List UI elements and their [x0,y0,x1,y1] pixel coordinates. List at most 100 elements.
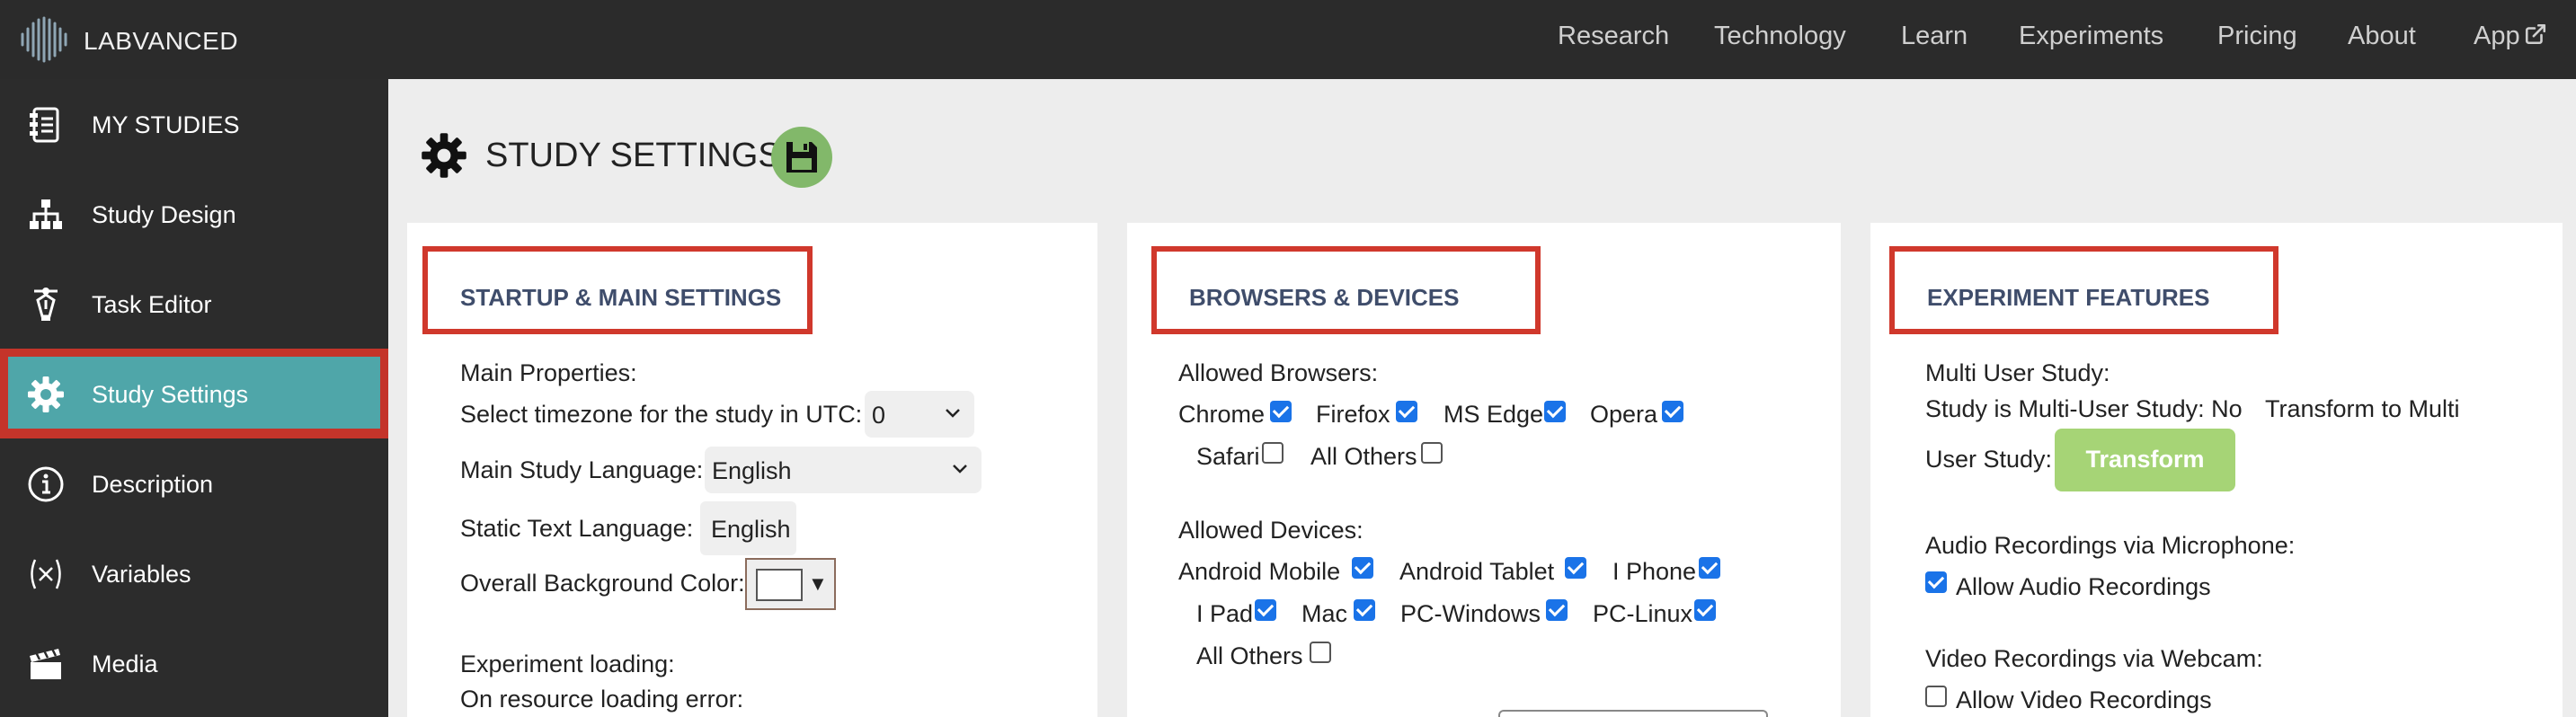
transform-label-line1: Transform to Multi [2265,395,2460,422]
video-recordings-option: Allow Video Recordings [1956,686,2212,713]
dropdown-arrow-icon: ▼ [808,572,828,595]
settings-gear-icon [422,133,466,178]
save-button[interactable] [771,127,832,188]
external-link-icon [2525,23,2545,45]
background-color-picker[interactable]: ▼ [745,558,836,610]
device-others-label: All Others [1196,642,1303,669]
multi-user-status: Study is Multi-User Study: No [1925,395,2243,422]
nav-research[interactable]: Research [1558,22,1669,51]
brand-name[interactable]: LABVANCED [84,27,238,56]
page-title: STUDY SETTINGS [485,137,781,174]
pen-nib-icon [34,288,58,321]
device-pc-linux-label: PC-Linux [1593,600,1693,627]
sidebar-item-my-studies[interactable]: MY STUDIES [0,79,388,169]
device-iphone-label: I Phone [1612,558,1697,585]
language-value: English [712,457,792,484]
browser-chrome-label: Chrome [1178,401,1266,428]
allowed-devices-label: Allowed Devices: [1178,517,1364,544]
sidebar-item-study-settings[interactable]: Study Settings [0,349,388,438]
hierarchy-icon [30,199,62,229]
labvanced-logo-icon[interactable] [18,16,70,63]
language-select[interactable]: English [705,447,982,493]
browser-msedge-label: MS Edge [1443,401,1544,428]
variable-x-icon [31,559,61,589]
active-item-highlight: Study Settings [8,357,380,429]
background-color-label: Overall Background Color: [460,570,745,597]
nav-learn[interactable]: Learn [1901,22,1968,51]
main-properties-label: Main Properties: [460,359,637,386]
audio-recordings-checkbox[interactable] [1925,571,1947,593]
browser-firefox-checkbox[interactable] [1396,401,1417,422]
sidebar-item-label: Description [92,471,214,498]
sidebar-item-study-design[interactable]: Study Design [0,169,388,259]
timezone-label: Select timezone for the study in UTC: [460,401,863,428]
device-mac-label: Mac [1301,600,1348,627]
color-swatch [756,569,803,601]
sidebar-item-label: Study Design [92,201,236,228]
browser-others-label: All Others [1310,443,1417,470]
experiment-loading-label: Experiment loading: [460,651,675,677]
browser-opera-label: Opera [1590,401,1658,428]
device-pc-windows-checkbox[interactable] [1546,599,1568,621]
browser-firefox-label: Firefox [1316,401,1390,428]
chevron-down-icon [946,409,960,418]
sidebar-item-description[interactable]: Description [0,438,388,528]
section-title-text: STARTUP & MAIN SETTINGS [460,284,782,311]
video-recordings-label: Video Recordings via Webcam: [1925,645,2263,672]
nav-pricing[interactable]: Pricing [2217,22,2297,51]
sidebar-item-media[interactable]: Media [0,618,388,708]
sidebar-item-label: Variables [92,561,191,588]
resource-error-label: On resource loading error: [460,686,744,713]
timezone-select[interactable]: 0 [865,391,974,438]
device-pc-linux-checkbox[interactable] [1694,599,1716,621]
nav-experiments[interactable]: Experiments [2019,22,2163,51]
static-text-label: Static Text Language: [460,515,694,542]
device-android-tablet-checkbox[interactable] [1565,557,1586,579]
nav-app-label: App [2474,22,2520,50]
multi-user-label: Multi User Study: [1925,359,2110,386]
browser-msedge-checkbox[interactable] [1544,401,1566,422]
sidebar-item-label: Study Settings [92,381,249,408]
browser-opera-checkbox[interactable] [1662,401,1683,422]
device-others-checkbox[interactable] [1310,642,1331,663]
sidebar-item-label: MY STUDIES [92,111,240,138]
audio-recordings-option: Allow Audio Recordings [1956,573,2211,600]
section-title-text: EXPERIMENT FEATURES [1927,284,2210,311]
audio-recordings-label: Audio Recordings via Microphone: [1925,532,2296,559]
chevron-down-icon [953,465,967,474]
device-mac-checkbox[interactable] [1354,599,1375,621]
nav-app[interactable]: App [2474,22,2547,51]
features-section-title: EXPERIMENT FEATURES [1889,246,2278,334]
partial-input-field[interactable] [1498,710,1768,717]
info-icon [28,466,64,502]
device-pc-windows-label: PC-Windows [1400,600,1541,627]
browsers-section-title: BROWSERS & DEVICES [1151,246,1541,334]
device-iphone-checkbox[interactable] [1699,557,1720,579]
transform-button[interactable]: Transform [2055,429,2235,491]
device-android-tablet-label: Android Tablet [1399,558,1555,585]
language-label: Main Study Language: [460,456,704,483]
nav-technology[interactable]: Technology [1714,22,1846,51]
section-title-text: BROWSERS & DEVICES [1189,284,1460,311]
browser-chrome-checkbox[interactable] [1270,401,1292,422]
labvanced-app: LABVANCED Research Technology Learn Expe… [0,0,2576,717]
transform-button-label: Transform [2085,446,2205,473]
sidebar-item-task-editor[interactable]: Task Editor [0,259,388,349]
video-recordings-checkbox[interactable] [1925,686,1947,707]
clapperboard-icon [30,648,61,679]
browser-safari-checkbox[interactable] [1262,442,1284,464]
browser-safari-label: Safari [1196,443,1260,470]
browser-others-checkbox[interactable] [1421,442,1443,464]
sidebar-item-label: Task Editor [92,291,212,318]
studies-list-icon [30,107,59,143]
floppy-disk-icon [786,142,817,173]
device-android-mobile-checkbox[interactable] [1352,557,1373,579]
sidebar-item-label: Media [92,651,158,677]
nav-about[interactable]: About [2348,22,2416,51]
sidebar-item-variables[interactable]: Variables [0,528,388,618]
gear-icon [28,376,64,412]
static-text-value-box: English [700,501,796,555]
transform-label-line2: User Study: [1925,446,2053,473]
device-android-mobile-label: Android Mobile [1178,558,1341,585]
device-ipad-checkbox[interactable] [1255,599,1276,621]
